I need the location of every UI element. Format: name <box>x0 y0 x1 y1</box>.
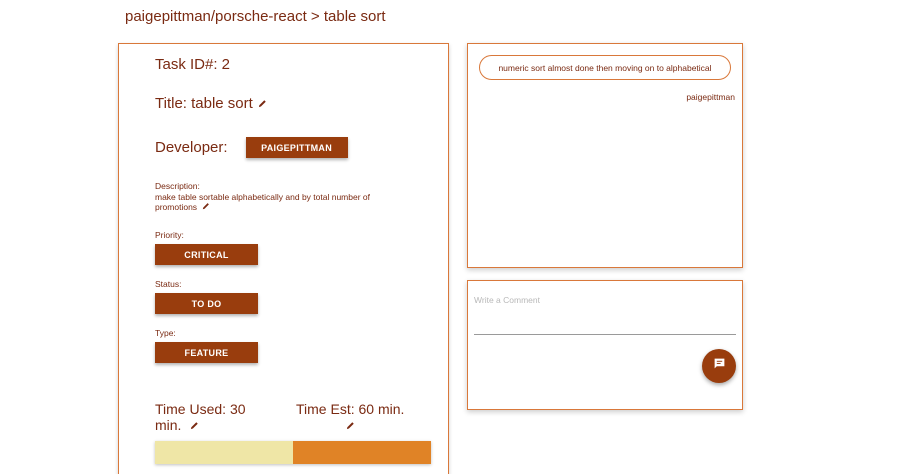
edit-time-used-pencil-icon[interactable] <box>190 421 199 430</box>
comment-input[interactable] <box>474 293 736 335</box>
developer-label: Developer: <box>155 139 228 156</box>
status-block: Status: TO DO <box>155 279 258 314</box>
comments-card: numeric sort almost done then moving on … <box>467 43 743 268</box>
developer-button[interactable]: PAIGEPITTMAN <box>245 137 348 158</box>
comment-icon <box>713 357 726 375</box>
edit-time-est-pencil-icon[interactable] <box>346 421 355 430</box>
task-card: Task ID#: 2 Title: table sort Developer:… <box>118 43 449 474</box>
description-text: make table sortable alphabetically and b… <box>155 192 405 213</box>
time-used-text: Time Used: 30 min. <box>155 401 246 433</box>
task-title: Title: table sort <box>155 95 253 112</box>
edit-description-pencil-icon[interactable] <box>202 202 210 210</box>
send-comment-button[interactable] <box>702 349 736 383</box>
comment-author: paigepittman <box>686 92 735 102</box>
description-block: Description: make table sortable alphabe… <box>155 181 405 213</box>
description-label: Description: <box>155 181 200 191</box>
time-progress-fill <box>155 441 293 464</box>
priority-block: Priority: CRITICAL <box>155 230 258 265</box>
task-id: Task ID#: 2 <box>155 56 231 73</box>
time-used: Time Used: 30 min. <box>155 401 265 433</box>
edit-title-pencil-icon[interactable] <box>258 99 267 108</box>
status-label: Status: <box>155 279 182 289</box>
developer-row: Developer: PAIGEPITTMAN <box>155 137 348 158</box>
write-comment-card <box>467 280 743 410</box>
comment-bubble: numeric sort almost done then moving on … <box>479 55 731 80</box>
type-button[interactable]: FEATURE <box>155 342 258 363</box>
status-button[interactable]: TO DO <box>155 293 258 314</box>
time-progress-bar <box>155 441 431 464</box>
time-estimate: Time Est: 60 min. <box>296 401 426 433</box>
priority-button[interactable]: CRITICAL <box>155 244 258 265</box>
task-title-row: Title: table sort <box>155 95 267 112</box>
priority-label: Priority: <box>155 230 184 240</box>
description-value: make table sortable alphabetically and b… <box>155 191 370 213</box>
time-est-text: Time Est: 60 min. <box>296 401 405 417</box>
type-block: Type: FEATURE <box>155 328 258 363</box>
type-label: Type: <box>155 328 176 338</box>
breadcrumb: paigepittman/porsche-react > table sort <box>125 8 386 25</box>
